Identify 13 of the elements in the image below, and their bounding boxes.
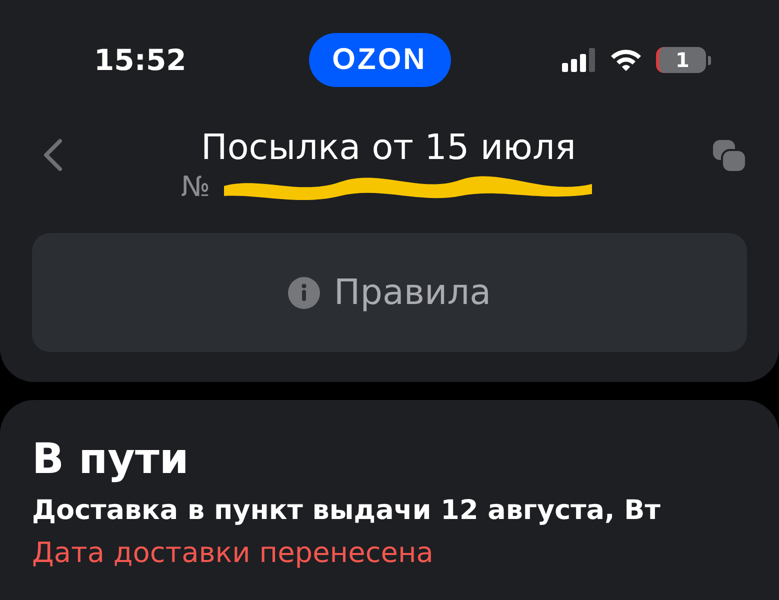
number-sign: № xyxy=(180,170,210,204)
back-icon xyxy=(42,138,64,172)
wifi-icon xyxy=(610,48,642,72)
signal-icon xyxy=(562,48,596,72)
status-time: 15:52 xyxy=(93,43,188,77)
delivery-text: Доставка в пункт выдачи 12 августа, Вт xyxy=(32,494,662,528)
parcel-title: Посылка от 15 июля xyxy=(201,127,576,170)
rules-button[interactable]: Правила xyxy=(32,233,747,352)
chat-icon[interactable] xyxy=(713,140,747,174)
app-logo: OZON xyxy=(308,33,450,87)
info-icon xyxy=(288,276,320,308)
status-title: В пути xyxy=(32,433,190,485)
delay-notice: Дата доставки перенесена xyxy=(32,535,434,571)
